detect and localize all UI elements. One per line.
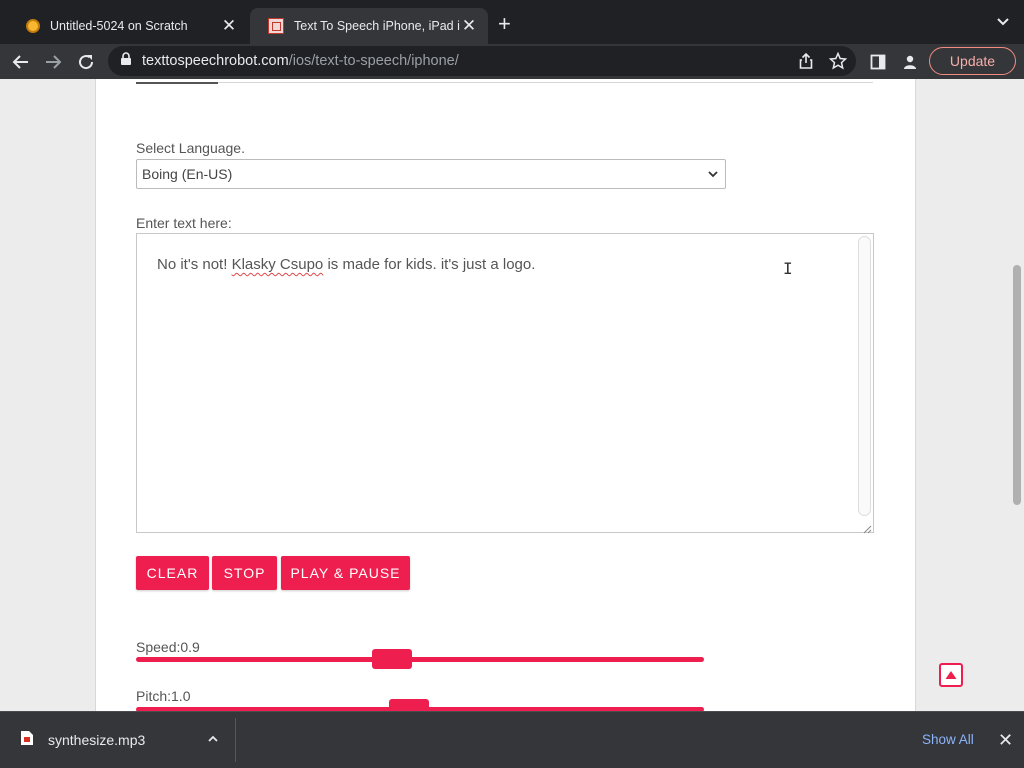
pitch-label: Pitch:1.0	[136, 688, 191, 704]
close-icon[interactable]: ✕	[998, 730, 1013, 751]
download-file-name: synthesize.mp3	[48, 732, 146, 748]
language-select[interactable]: Boing (En-US)	[136, 159, 726, 189]
page-scrollbar-thumb[interactable]	[1013, 265, 1021, 505]
tab-search-chevron-icon[interactable]	[996, 14, 1010, 32]
language-label: Select Language.	[136, 140, 245, 156]
textarea-scrollbar[interactable]	[858, 236, 871, 516]
speed-slider-track[interactable]	[136, 657, 704, 662]
back-arrow-icon[interactable]	[8, 49, 34, 75]
clear-button[interactable]: CLEAR	[136, 556, 209, 590]
spellcheck-flagged-text: Klasky Csupo	[231, 256, 324, 273]
share-icon[interactable]	[798, 52, 814, 75]
text-cursor-icon: I	[783, 259, 793, 278]
forward-arrow-icon[interactable]	[40, 49, 66, 75]
divider	[218, 82, 873, 83]
text-input-label: Enter text here:	[136, 215, 232, 231]
show-all-downloads-link[interactable]: Show All	[922, 732, 974, 747]
section-tab-edge	[136, 79, 218, 84]
page-scrollbar[interactable]	[1010, 79, 1024, 711]
speech-text-content: No it's not! Klasky Csupo is made for ki…	[157, 256, 536, 273]
profile-avatar-icon[interactable]	[897, 49, 923, 75]
close-icon[interactable]: ✕	[460, 16, 478, 36]
file-icon	[20, 730, 34, 751]
stop-button[interactable]: STOP	[212, 556, 277, 590]
language-select-value: Boing (En-US)	[142, 166, 233, 182]
tts-robot-icon	[268, 18, 284, 34]
bookmark-star-icon[interactable]	[828, 51, 848, 75]
close-icon[interactable]: ✕	[220, 16, 238, 36]
speech-text-area[interactable]: No it's not! Klasky Csupo is made for ki…	[136, 233, 874, 534]
lock-icon[interactable]	[120, 51, 132, 71]
tab-title: Untitled-5024 on Scratch	[50, 19, 188, 33]
tab-title: Text To Speech iPhone, iPad iOS	[294, 19, 460, 33]
speed-slider-thumb[interactable]	[371, 649, 412, 669]
tab-scratch[interactable]: Untitled-5024 on Scratch ✕	[8, 8, 248, 44]
speed-label: Speed:0.9	[136, 639, 200, 655]
play-pause-button[interactable]: PLAY & PAUSE	[281, 556, 410, 590]
tab-strip: Untitled-5024 on Scratch ✕ Text To Speec…	[0, 0, 1024, 44]
tab-text-to-speech[interactable]: Text To Speech iPhone, iPad iOS ✕	[250, 8, 488, 44]
chevron-up-icon[interactable]	[207, 731, 219, 749]
scratch-icon	[26, 19, 40, 33]
new-tab-button[interactable]: +	[498, 13, 511, 35]
download-shelf: synthesize.mp3 Show All ✕	[0, 711, 1024, 768]
scroll-to-top-button[interactable]	[939, 663, 963, 687]
chevron-down-icon	[707, 167, 719, 183]
arrow-up-icon	[945, 671, 957, 679]
pitch-slider-thumb[interactable]	[388, 699, 429, 711]
side-panel-icon[interactable]	[865, 49, 891, 75]
address-bar[interactable]: texttospeechrobot.com/ios/text-to-speech…	[108, 46, 856, 76]
reload-icon[interactable]	[73, 49, 99, 75]
url-text: texttospeechrobot.com/ios/text-to-speech…	[142, 53, 459, 69]
update-button[interactable]: Update	[929, 47, 1016, 75]
browser-toolbar: texttospeechrobot.com/ios/text-to-speech…	[0, 44, 1024, 79]
download-item[interactable]: synthesize.mp3	[0, 718, 236, 762]
resize-handle-icon[interactable]	[862, 521, 872, 534]
page-viewport: Select Language. Boing (En-US) Enter tex…	[0, 79, 1024, 711]
